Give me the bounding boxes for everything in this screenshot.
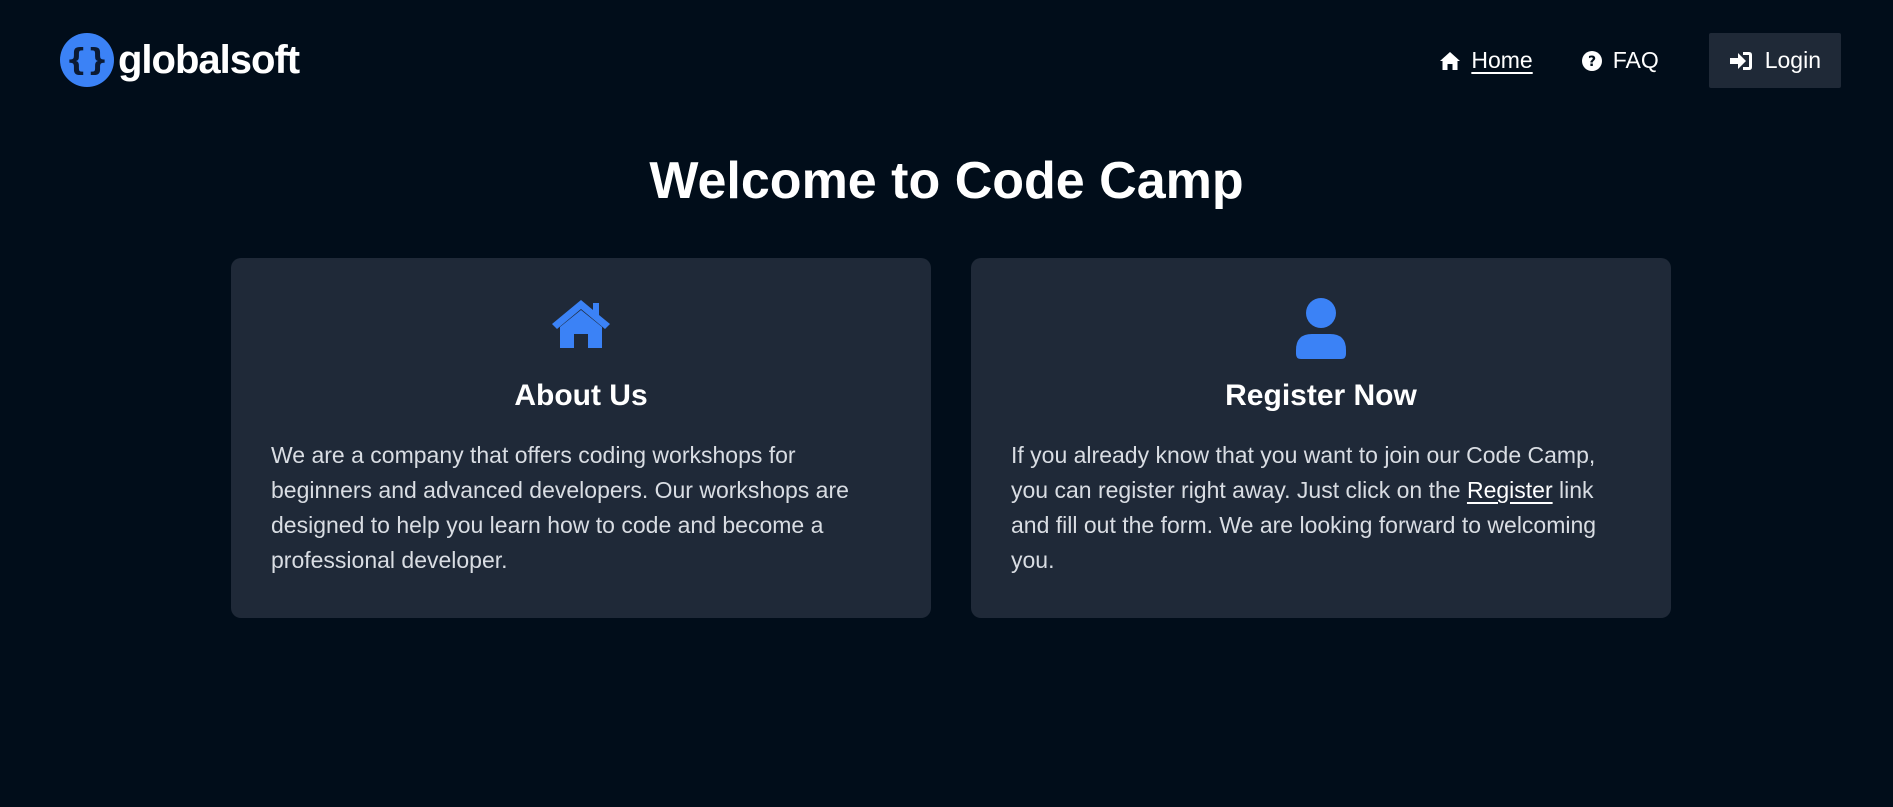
house-icon [552, 300, 610, 348]
nav-faq-link[interactable]: ? FAQ [1581, 47, 1659, 74]
svg-text:?: ? [1588, 54, 1596, 70]
brand-name: globalsoft [118, 38, 300, 82]
register-now-text: If you already know that you want to joi… [1011, 438, 1631, 578]
login-label: Login [1764, 47, 1821, 73]
card-icon-wrapper [971, 298, 1671, 360]
register-now-title: Register Now [1225, 379, 1417, 412]
main-nav: Home ? FAQ Login [1391, 33, 1841, 88]
nav-home-label: Home [1471, 47, 1533, 73]
register-link[interactable]: Register [1467, 477, 1553, 503]
about-us-card: About Us We are a company that offers co… [231, 258, 931, 618]
register-now-card: Register Now If you already know that yo… [971, 258, 1671, 618]
page: {} globalsoft Home ? FAQ Login Welcome t… [0, 0, 1893, 807]
top-navbar: {} globalsoft Home ? FAQ Login [0, 0, 1893, 120]
brand-logo-link[interactable]: {} globalsoft [60, 33, 300, 87]
curly-braces-logo-icon: {} [60, 33, 114, 87]
nav-faq-label: FAQ [1612, 47, 1659, 73]
about-us-title: About Us [514, 379, 648, 412]
nav-home-link[interactable]: Home [1439, 47, 1533, 74]
question-circle-icon: ? [1581, 50, 1602, 71]
user-icon [1296, 298, 1346, 359]
about-us-text: We are a company that offers coding work… [271, 442, 849, 573]
login-button[interactable]: Login [1708, 33, 1841, 88]
svg-text:{}: {} [66, 43, 109, 78]
card-icon-wrapper [231, 298, 931, 350]
sign-in-icon [1729, 51, 1752, 70]
page-title: Welcome to Code Camp [649, 152, 1244, 210]
home-icon [1440, 51, 1461, 70]
